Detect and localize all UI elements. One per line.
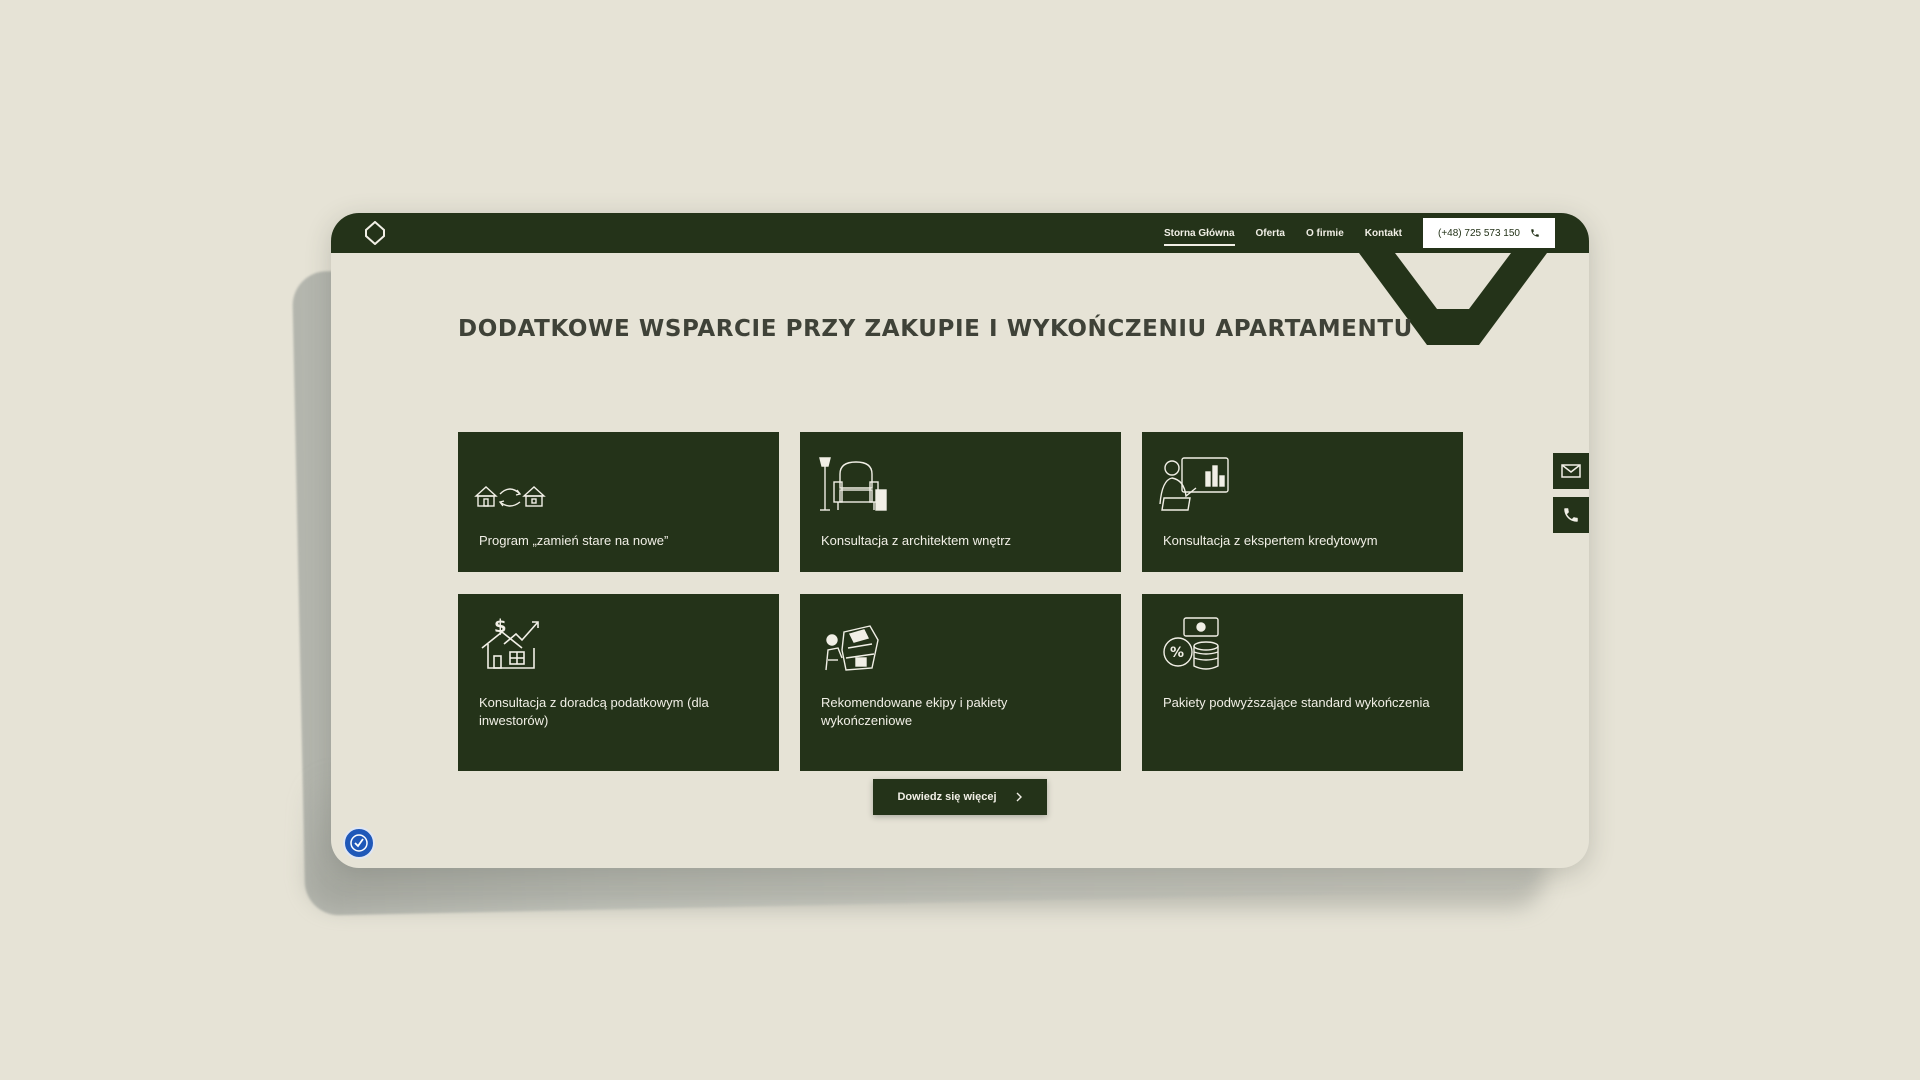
- learn-more-button[interactable]: Dowiedz się więcej: [873, 779, 1047, 815]
- svg-text:%: %: [1170, 645, 1184, 661]
- service-card-architect[interactable]: Konsultacja z architektem wnętrz: [800, 432, 1121, 572]
- service-card-teams[interactable]: Rekomendowane ekipy i pakiety wykończeni…: [800, 594, 1121, 771]
- armchair-lamp-icon: [819, 457, 887, 511]
- phone-number-label: (+48) 725 573 150: [1437, 227, 1520, 239]
- service-card-label: Rekomendowane ekipy i pakiety wykończeni…: [821, 695, 1008, 728]
- service-card-label: Konsultacja z architektem wnętrz: [821, 533, 1012, 548]
- service-card-label: Konsultacja z ekspertem kredytowym: [1163, 533, 1378, 548]
- page-title: DODATKOWE WSPARCIE PRZY ZAKUPIE I WYKOŃC…: [458, 316, 1413, 342]
- top-navbar: Storna Główna Oferta O firmie Kontakt (+…: [331, 213, 1589, 253]
- nav-link-home[interactable]: Storna Główna: [1163, 224, 1235, 246]
- diamond-outline-logo-icon[interactable]: [363, 221, 387, 245]
- accessibility-icon: [350, 834, 368, 852]
- service-card-credit[interactable]: Konsultacja z ekspertem kredytowym: [1142, 432, 1463, 572]
- learn-more-label: Dowiedz się więcej: [897, 791, 997, 803]
- website-screen: Storna Główna Oferta O firmie Kontakt (+…: [331, 213, 1589, 868]
- nav-link-contact[interactable]: Kontakt: [1365, 224, 1402, 243]
- phone-icon: [1531, 229, 1539, 237]
- service-card-label: Konsultacja z doradcą podatkowym (dla in…: [479, 695, 709, 728]
- nav-links: Storna Główna Oferta O firmie Kontakt (+…: [1163, 213, 1589, 253]
- coins-percent-icon: %: [1163, 617, 1219, 670]
- worker-materials-icon: [825, 625, 879, 671]
- phone-icon: [1564, 508, 1578, 522]
- side-mail-button[interactable]: [1553, 453, 1589, 489]
- nav-link-about[interactable]: O firmie: [1306, 224, 1344, 243]
- accessibility-button[interactable]: [343, 827, 375, 859]
- service-card-exchange[interactable]: Program „zamień stare na nowe”: [458, 432, 779, 572]
- service-card-label: Program „zamień stare na nowe”: [479, 533, 669, 548]
- house-dollar-growth-icon: $: [481, 616, 539, 669]
- service-card-tax[interactable]: $ Konsultacja z doradcą podatkowym (dla …: [458, 594, 779, 771]
- phone-number-button[interactable]: (+48) 725 573 150: [1423, 218, 1555, 248]
- envelope-icon: [1561, 464, 1581, 478]
- house-exchange-icon: [474, 486, 546, 507]
- service-card-standard[interactable]: % Pakiety podwyższające standard wykończ…: [1142, 594, 1463, 771]
- nav-link-offer[interactable]: Oferta: [1256, 224, 1285, 243]
- side-phone-button[interactable]: [1553, 497, 1589, 533]
- advisor-presentation-icon: [1159, 457, 1229, 511]
- chevron-right-icon: [1016, 792, 1022, 802]
- service-card-label: Pakiety podwyższające standard wykończen…: [1163, 695, 1430, 710]
